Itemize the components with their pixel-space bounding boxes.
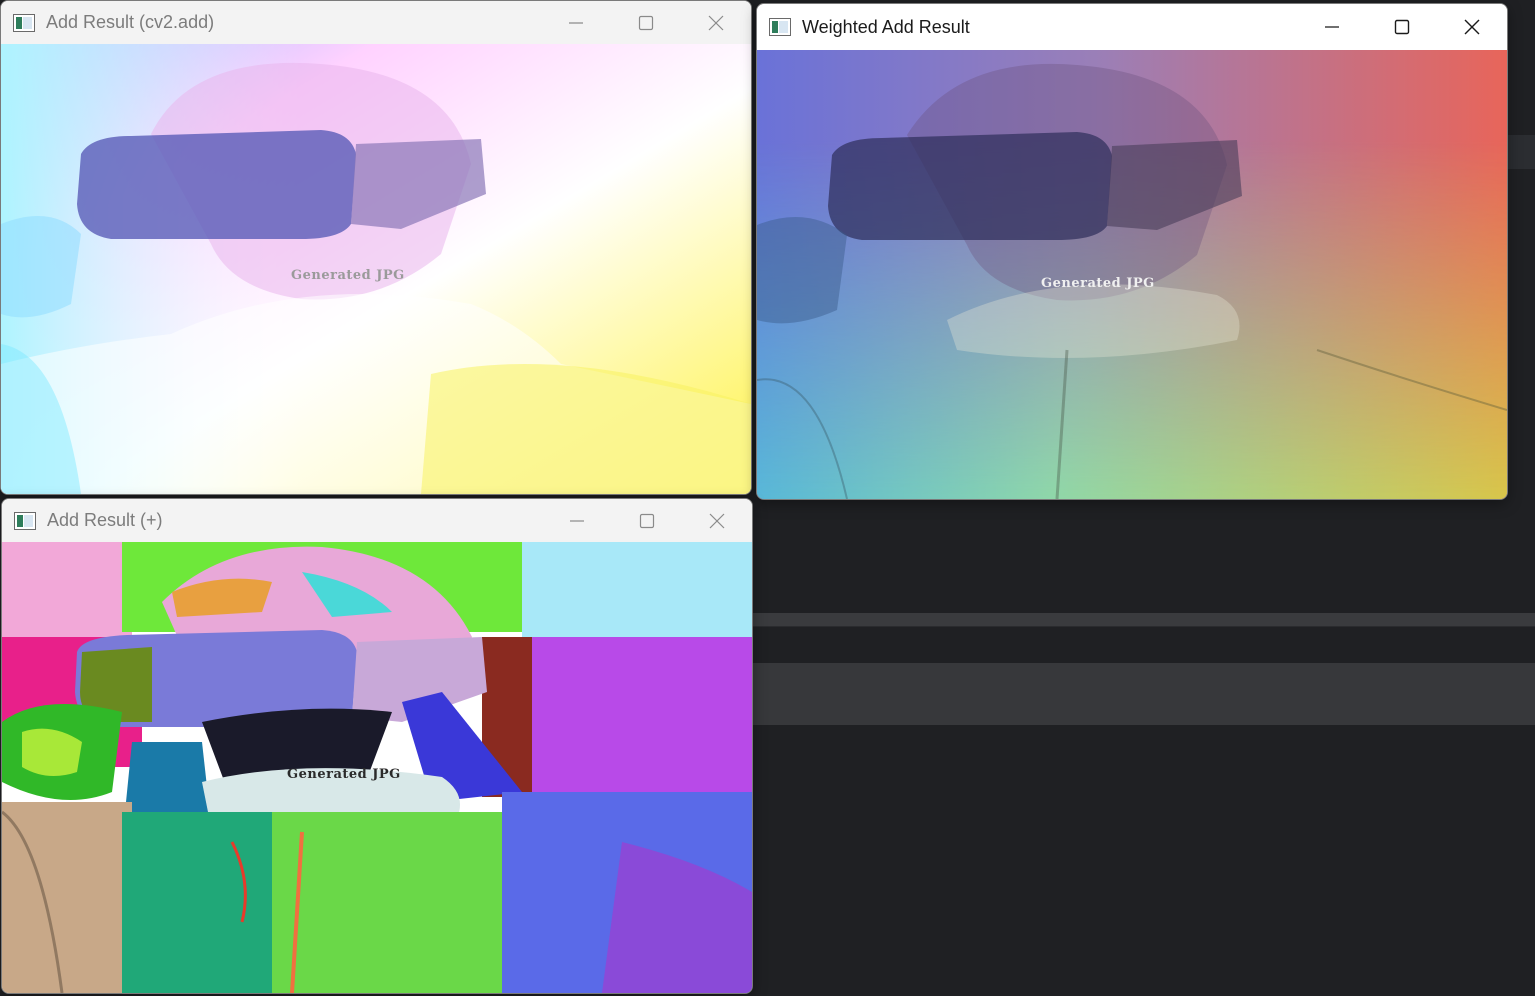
close-button[interactable] (682, 499, 752, 542)
window-title: Add Result (+) (47, 510, 163, 530)
result-image (757, 50, 1507, 499)
window-add-result-cv2-add[interactable]: Add Result (cv2.add) Generated JPG (0, 0, 752, 495)
close-icon (1464, 19, 1480, 35)
titlebar[interactable]: Weighted Add Result (757, 4, 1507, 50)
background-editor-panel (752, 663, 1535, 725)
minimize-icon (1325, 26, 1339, 28)
maximize-icon (638, 15, 654, 30)
maximize-icon (639, 513, 655, 528)
minimize-button[interactable] (541, 1, 611, 44)
app-icon (14, 511, 36, 530)
window-controls (541, 1, 751, 44)
window-title: Weighted Add Result (802, 16, 970, 37)
close-button[interactable] (1437, 4, 1507, 50)
app-icon (769, 18, 791, 36)
background-editor-tab (1507, 135, 1535, 169)
maximize-icon (1394, 19, 1410, 35)
window-controls (542, 499, 752, 542)
image-canvas[interactable]: Generated JPG (2, 542, 752, 993)
window-add-result-plus[interactable]: Add Result (+) Generated JPG (1, 498, 753, 994)
background-editor-divider (752, 613, 1535, 627)
watermark-text: Generated JPG (291, 268, 405, 283)
window-weighted-add-result[interactable]: Weighted Add Result Generated JPG (756, 3, 1508, 500)
maximize-button[interactable] (612, 499, 682, 542)
app-icon (13, 13, 35, 32)
titlebar[interactable]: Add Result (+) (2, 499, 752, 542)
close-button[interactable] (681, 1, 751, 44)
close-icon (708, 15, 724, 30)
watermark-text: Generated JPG (287, 767, 401, 782)
close-icon (709, 513, 725, 528)
titlebar[interactable]: Add Result (cv2.add) (1, 1, 751, 44)
maximize-button[interactable] (1367, 4, 1437, 50)
maximize-button[interactable] (611, 1, 681, 44)
background-editor-line (752, 626, 1535, 627)
minimize-icon (569, 21, 583, 24)
watermark-text: Generated JPG (1041, 276, 1155, 291)
minimize-icon (570, 519, 584, 522)
minimize-button[interactable] (1297, 4, 1367, 50)
window-title: Add Result (cv2.add) (46, 12, 215, 32)
image-canvas[interactable]: Generated JPG (1, 44, 751, 494)
image-canvas[interactable]: Generated JPG (757, 50, 1507, 499)
desktop: Add Result (cv2.add) Generated JPG Weigh… (0, 0, 1535, 996)
minimize-button[interactable] (542, 499, 612, 542)
window-controls (1297, 4, 1507, 50)
